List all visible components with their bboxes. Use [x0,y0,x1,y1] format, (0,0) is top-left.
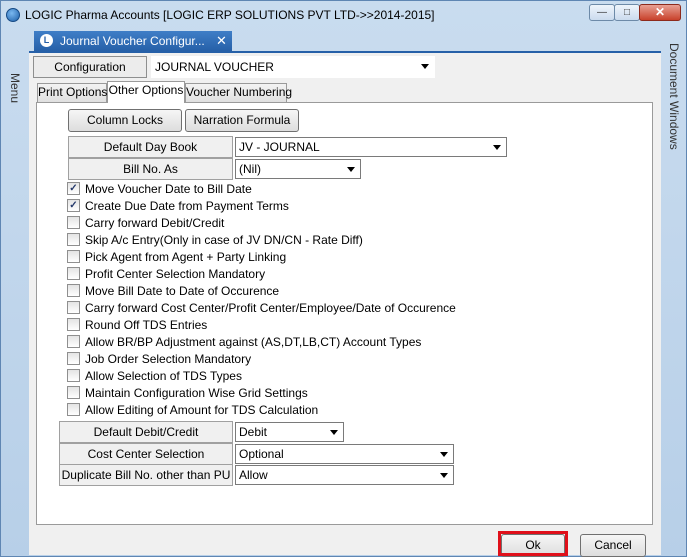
unchecked-checkbox[interactable] [67,403,80,416]
bill-no-as-select[interactable]: (Nil) [235,159,361,179]
maximize-button[interactable]: □ [614,4,640,21]
window-title: LOGIC Pharma Accounts [LOGIC ERP SOLUTIO… [25,8,435,22]
document-windows-label[interactable]: Document Windows [667,43,681,150]
menu-label[interactable]: Menu [8,73,22,103]
configuration-button[interactable]: Configuration [33,56,147,78]
ok-button-highlight [498,531,568,556]
option-label: Allow BR/BP Adjustment against (AS,DT,LB… [85,335,422,349]
cancel-button[interactable]: Cancel [580,534,646,557]
narration-formula-button[interactable]: Narration Formula [185,109,299,132]
option-label: Profit Center Selection Mandatory [85,267,266,281]
option-label: Carry forward Debit/Credit [85,216,225,230]
option-label: Allow Editing of Amount for TDS Calculat… [85,403,319,417]
option-label: Move Voucher Date to Bill Date [85,182,252,196]
unchecked-checkbox[interactable] [67,284,80,297]
unchecked-checkbox[interactable] [67,267,80,280]
title-bar: LOGIC Pharma Accounts [LOGIC ERP SOLUTIO… [1,1,686,29]
default-day-book-label: Default Day Book [68,136,233,158]
chevron-down-icon[interactable] [347,167,355,172]
option-label: Skip A/c Entry(Only in case of JV DN/CN … [85,233,363,247]
minimize-button[interactable]: — [589,4,615,21]
configuration-select[interactable]: JOURNAL VOUCHER [151,56,435,78]
option-label: Allow Selection of TDS Types [85,369,242,383]
close-window-button[interactable]: ✕ [639,4,681,21]
unchecked-checkbox[interactable] [67,335,80,348]
configuration-form: Configuration JOURNAL VOUCHER Print Opti… [29,53,661,557]
checked-checkbox[interactable]: ✓ [67,199,80,212]
close-tab-icon[interactable]: ✕ [216,33,227,49]
tab-print-options[interactable]: Print Options [37,83,107,102]
unchecked-checkbox[interactable] [67,250,80,263]
chevron-down-icon[interactable] [421,64,429,69]
chevron-down-icon[interactable] [440,473,448,478]
unchecked-checkbox[interactable] [67,233,80,246]
unchecked-checkbox[interactable] [67,369,80,382]
duplicate-bill-no-select[interactable]: Allow [235,465,454,485]
option-label: Pick Agent from Agent + Party Linking [85,250,287,264]
app-window: LOGIC Pharma Accounts [LOGIC ERP SOLUTIO… [0,0,687,557]
other-options-panel: Column Locks Narration Formula Default D… [36,102,653,525]
duplicate-bill-no-label: Duplicate Bill No. other than PU [59,464,233,486]
configuration-value: JOURNAL VOUCHER [155,60,274,74]
checked-checkbox[interactable]: ✓ [67,182,80,195]
document-tab-title[interactable]: Journal Voucher Configur... [60,34,205,48]
document-content: Configuration JOURNAL VOUCHER Print Opti… [29,51,661,557]
default-day-book-value: JV - JOURNAL [239,140,320,154]
document-windows-strip[interactable]: Document Windows [663,31,685,551]
cost-center-selection-value: Optional [239,447,284,461]
default-day-book-select[interactable]: JV - JOURNAL [235,137,507,157]
cost-center-selection-label: Cost Center Selection [59,443,233,465]
option-label: Round Off TDS Entries [85,318,208,332]
logic-icon: L [40,34,53,47]
chevron-down-icon[interactable] [330,430,338,435]
menu-strip[interactable]: Menu [5,31,27,551]
duplicate-bill-no-value: Allow [239,468,268,482]
option-label: Maintain Configuration Wise Grid Setting… [85,386,308,400]
unchecked-checkbox[interactable] [67,352,80,365]
cost-center-selection-select[interactable]: Optional [235,444,454,464]
bill-no-as-label: Bill No. As [68,158,233,180]
unchecked-checkbox[interactable] [67,216,80,229]
column-locks-button[interactable]: Column Locks [68,109,182,132]
chevron-down-icon[interactable] [493,145,501,150]
tab-voucher-numbering[interactable]: Voucher Numbering [185,83,292,102]
unchecked-checkbox[interactable] [67,386,80,399]
option-label: Create Due Date from Payment Terms [85,199,289,213]
default-debit-credit-value: Debit [239,425,268,439]
document-tab[interactable]: L Journal Voucher Configur... ✕ [34,31,232,51]
chevron-down-icon[interactable] [440,452,448,457]
bill-no-as-value: (Nil) [239,162,261,176]
unchecked-checkbox[interactable] [67,301,80,314]
option-label: Carry forward Cost Center/Profit Center/… [85,301,456,315]
app-logo-icon [6,8,20,22]
tab-other-options[interactable]: Other Options [107,81,185,103]
default-debit-credit-label: Default Debit/Credit [59,421,233,443]
option-label: Move Bill Date to Date of Occurence [85,284,280,298]
option-label: Job Order Selection Mandatory [85,352,252,366]
unchecked-checkbox[interactable] [67,318,80,331]
default-debit-credit-select[interactable]: Debit [235,422,344,442]
